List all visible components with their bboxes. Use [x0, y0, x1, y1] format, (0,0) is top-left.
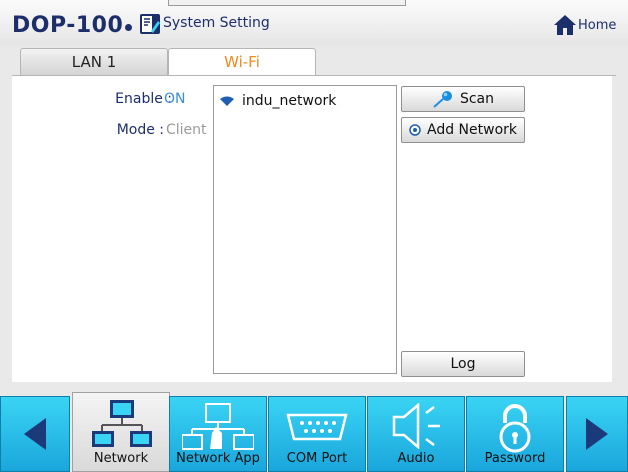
arrow-left-icon — [24, 418, 46, 450]
radio-icon — [409, 124, 421, 136]
network-list[interactable]: indu_network — [213, 85, 397, 374]
nav-item-com-port[interactable]: COM Port — [268, 396, 366, 472]
system-setting-icon — [140, 14, 160, 34]
tab-lan1[interactable]: LAN 1 — [20, 48, 168, 75]
page-title: System Setting — [163, 15, 270, 31]
brand-logo: DOP-100 — [12, 13, 124, 38]
home-label: Home — [578, 17, 617, 33]
nav-label: COM Port — [286, 451, 348, 466]
nav-label: Network App — [176, 451, 260, 466]
home-button[interactable]: Home — [553, 12, 623, 38]
nav-item-network[interactable]: Network — [72, 392, 170, 472]
nav-item-network-app[interactable]: Network App — [169, 396, 267, 472]
network-icon — [92, 400, 152, 447]
tab-bar: LAN 1 Wi-Fi — [20, 48, 620, 75]
nav-item-audio[interactable]: Audio — [367, 396, 465, 472]
network-app-icon — [182, 403, 254, 450]
log-label: Log — [450, 356, 476, 372]
lock-icon — [499, 404, 531, 453]
scan-label: Scan — [459, 91, 495, 107]
header: DOP-100 System Setting Home — [0, 0, 628, 45]
network-item[interactable]: indu_network — [220, 91, 336, 111]
nav-label: Audio — [397, 451, 435, 466]
wifi-panel: Enable : ON Mode : Client indu_network S… — [12, 76, 612, 382]
mode-label: Mode : — [116, 122, 164, 138]
nav-label: Password — [484, 451, 546, 466]
enable-label: Enable : — [115, 91, 172, 107]
nav-label: Network — [93, 451, 149, 466]
wifi-signal-icon — [220, 96, 234, 106]
enable-value[interactable]: ON — [164, 91, 186, 107]
network-name: indu_network — [242, 93, 337, 109]
nav-item-password[interactable]: Password — [466, 396, 564, 472]
nav-next-button[interactable] — [566, 396, 628, 472]
log-button[interactable]: Log — [401, 351, 525, 377]
scan-button[interactable]: Scan — [401, 86, 525, 112]
brand-dot — [125, 24, 132, 31]
search-icon — [433, 91, 452, 108]
top-notch — [168, 0, 406, 6]
mode-value[interactable]: Client — [166, 122, 207, 138]
add-network-label: Add Network — [426, 122, 517, 138]
home-icon — [554, 15, 576, 35]
nav-prev-button[interactable] — [0, 396, 70, 472]
tab-wifi[interactable]: Wi-Fi — [168, 48, 316, 75]
add-network-button[interactable]: Add Network — [401, 117, 525, 143]
arrow-right-icon — [586, 418, 608, 450]
speaker-icon — [392, 403, 440, 449]
com-port-icon — [286, 413, 348, 441]
